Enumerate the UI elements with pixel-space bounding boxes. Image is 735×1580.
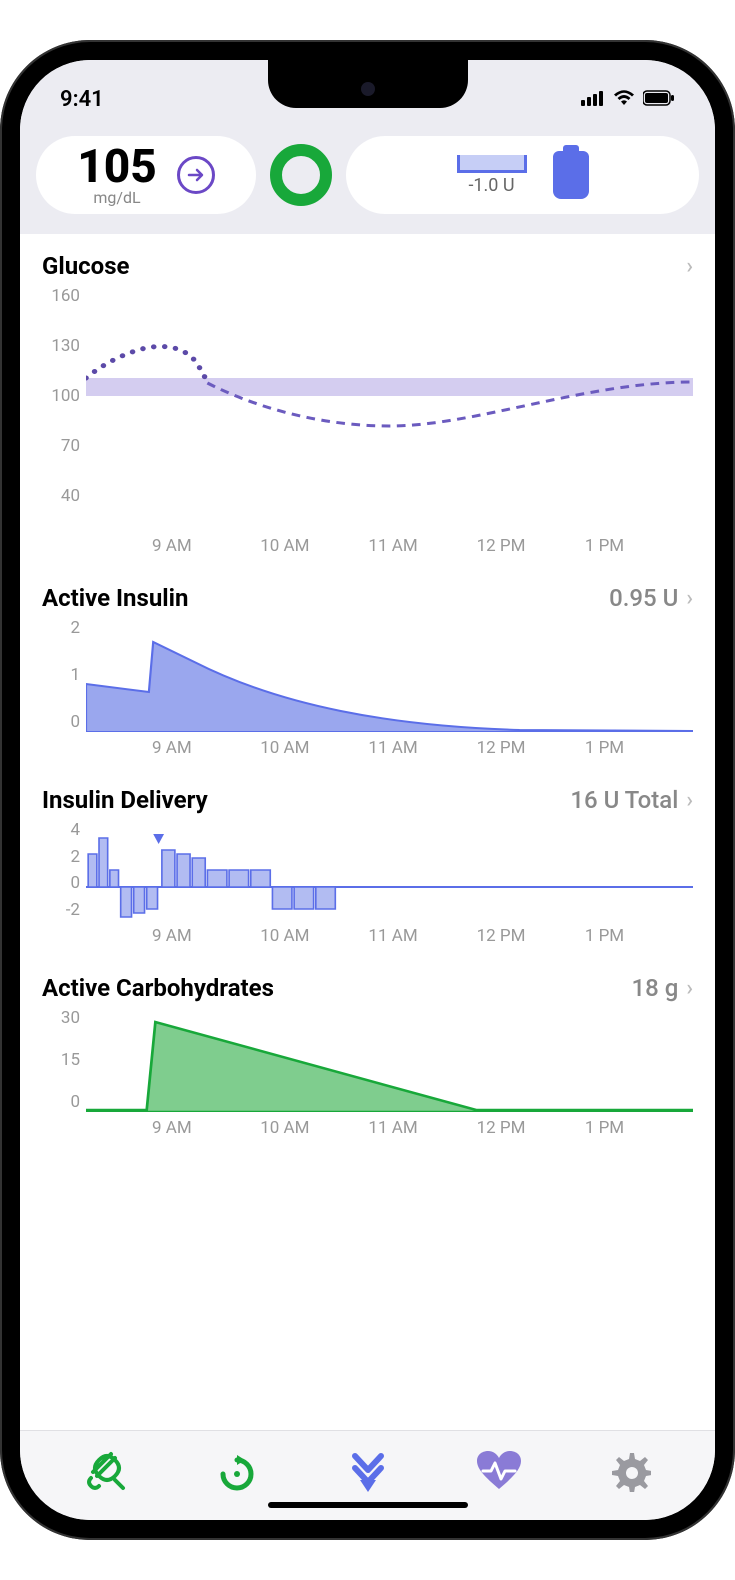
bolus-icon [351, 1450, 385, 1492]
gear-icon [609, 1450, 651, 1492]
main-content[interactable]: Glucose › 160 130 100 70 40 [20, 234, 715, 1430]
tab-settings[interactable] [608, 1449, 652, 1493]
bolus-marker-icon [153, 834, 164, 844]
pump-status-pill[interactable]: -1.0 U [346, 136, 699, 214]
chevron-right-icon: › [686, 254, 693, 279]
heart-icon [477, 1451, 521, 1491]
tab-health[interactable] [477, 1449, 521, 1493]
section-title: Active Carbohydrates [42, 974, 274, 1002]
basal-indicator-icon [457, 155, 527, 173]
net-basal-value: -1.0 U [468, 175, 514, 196]
header-toolbar: 105 mg/dL -1.0 U [20, 128, 715, 234]
cellular-icon [581, 87, 605, 112]
glucose-x-axis: 9 AM10 AM11 AM12 PM1 PM [86, 530, 693, 556]
carbs-x-axis: 9 AM10 AM11 AM12 PM1 PM [86, 1112, 693, 1138]
trend-arrow-icon [177, 156, 215, 194]
insulin-x-axis: 9 AM10 AM11 AM12 PM1 PM [86, 732, 693, 758]
tab-bolus[interactable] [346, 1449, 390, 1493]
section-value: 0.95 U [609, 584, 678, 612]
chevron-right-icon: › [686, 586, 693, 611]
insulin-chart [86, 618, 693, 732]
chevron-right-icon: › [686, 788, 693, 813]
insulin-delivery-section[interactable]: Insulin Delivery 16 U Total › 4 2 0 -2 [42, 786, 693, 946]
carbs-y-axis: 30 15 0 [42, 1008, 80, 1112]
section-title: Active Insulin [42, 584, 188, 612]
carbs-chart [86, 1008, 693, 1112]
meal-icon [85, 1450, 127, 1492]
section-value: 18 g [632, 974, 679, 1002]
section-value: 16 U Total [570, 786, 678, 814]
glucose-y-axis: 160 130 100 70 40 [42, 286, 80, 506]
glucose-unit: mg/dL [93, 190, 140, 206]
section-title: Glucose [42, 252, 130, 280]
timer-icon [216, 1450, 258, 1492]
wifi-icon [613, 87, 635, 112]
tab-carbs[interactable] [84, 1449, 128, 1493]
glucose-value: 105 [77, 144, 157, 190]
glucose-reading-pill[interactable]: 105 mg/dL [36, 136, 256, 214]
glucose-chart [86, 286, 693, 506]
status-time: 9:41 [60, 87, 104, 112]
delivery-x-axis: 9 AM10 AM11 AM12 PM1 PM [86, 920, 693, 946]
section-title: Insulin Delivery [42, 786, 208, 814]
tab-presets[interactable] [215, 1449, 259, 1493]
reservoir-icon [553, 151, 589, 199]
home-indicator[interactable] [268, 1502, 468, 1508]
active-insulin-section[interactable]: Active Insulin 0.95 U › 2 1 0 [42, 584, 693, 758]
delivery-y-axis: 4 2 0 -2 [42, 820, 80, 920]
active-carbs-section[interactable]: Active Carbohydrates 18 g › 30 15 0 [42, 974, 693, 1138]
chevron-right-icon: › [686, 976, 693, 1001]
insulin-y-axis: 2 1 0 [42, 618, 80, 732]
delivery-chart [86, 820, 693, 920]
battery-icon [643, 87, 675, 112]
glucose-section[interactable]: Glucose › 160 130 100 70 40 [42, 252, 693, 556]
loop-status-icon[interactable] [270, 144, 332, 206]
